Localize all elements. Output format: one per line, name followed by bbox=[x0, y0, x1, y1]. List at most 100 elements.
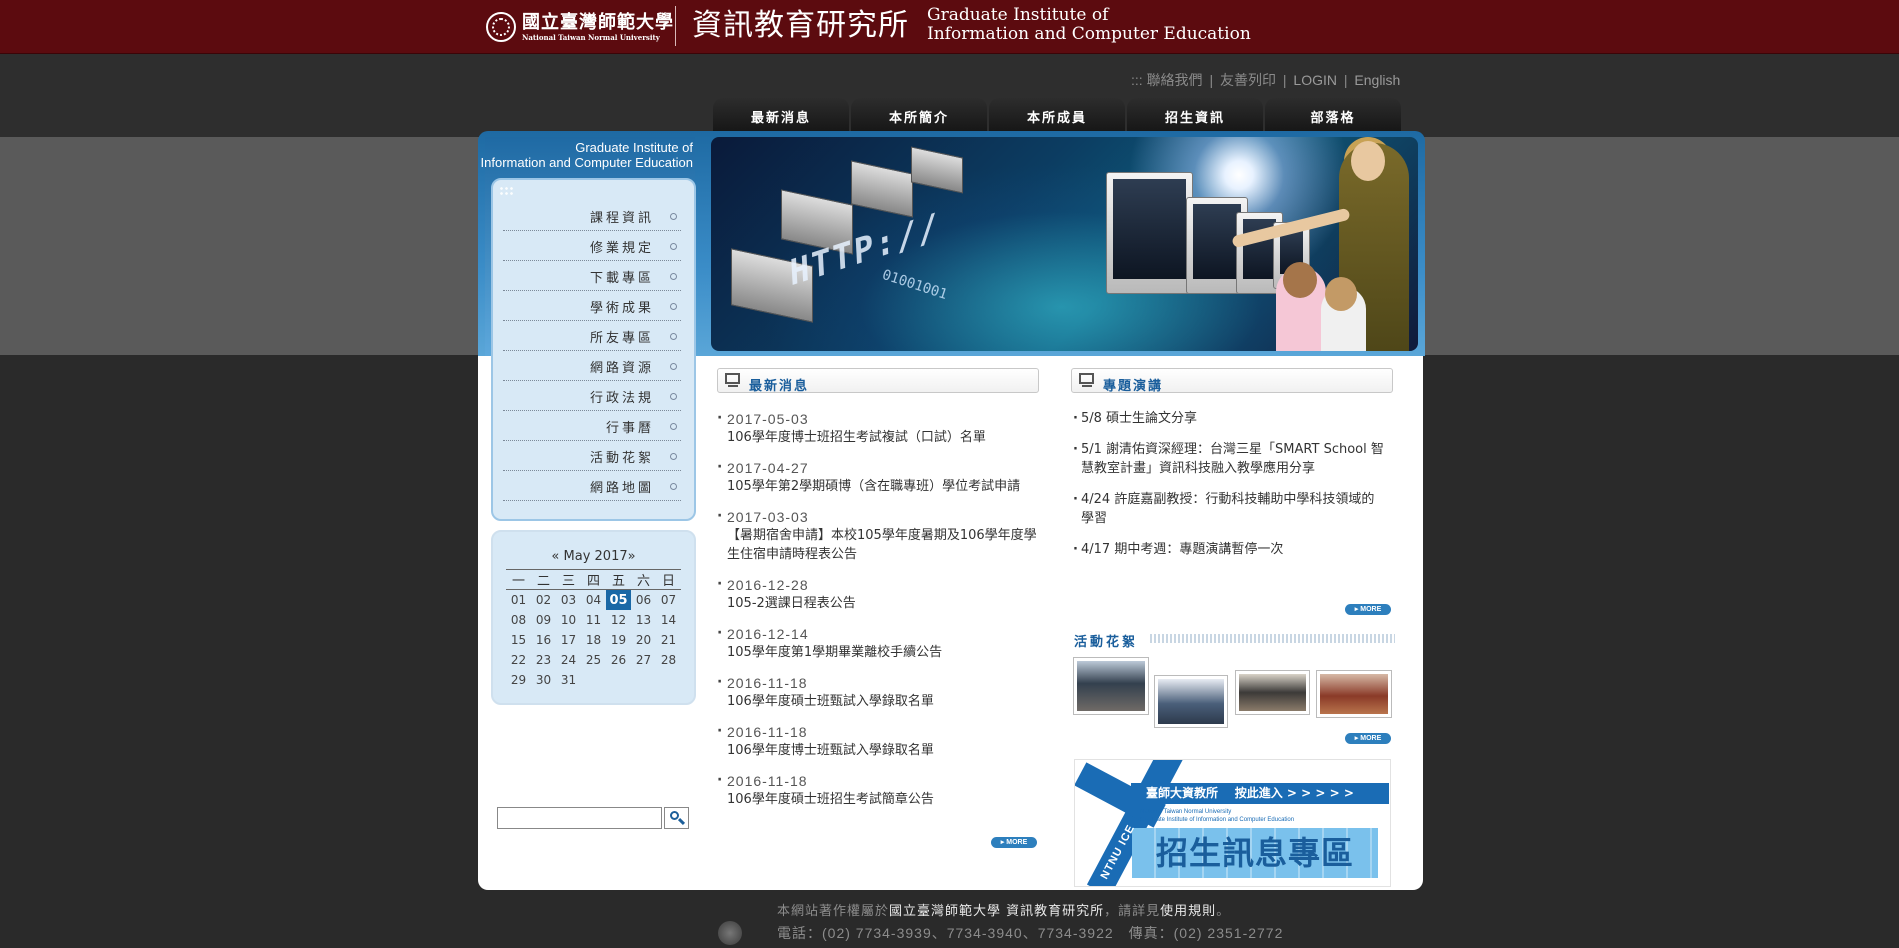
talk-item-link[interactable]: 5/1 謝清佑資深經理：台灣三星「SMART School 智慧教室計畫」資訊科… bbox=[1073, 440, 1385, 478]
english-link[interactable]: English bbox=[1354, 72, 1400, 88]
calendar-day[interactable]: 16 bbox=[531, 630, 556, 650]
calendar-day[interactable]: 31 bbox=[556, 670, 581, 690]
calendar-next-button[interactable]: » bbox=[628, 549, 636, 564]
news-item[interactable]: 2016-12-14105學年度第1學期畢業離校手續公告 bbox=[717, 625, 1039, 662]
news-more-button[interactable]: ▸ MORE bbox=[991, 837, 1037, 848]
admissions-banner[interactable]: 臺師大資教所 按此進入 > > > > > National Taiwan No… bbox=[1074, 759, 1391, 887]
news-date: 2016-11-18 bbox=[727, 773, 808, 789]
calendar-day[interactable]: 12 bbox=[606, 610, 631, 630]
calendar-day[interactable]: 28 bbox=[656, 650, 681, 670]
nav-tab-members[interactable]: 本所成員 bbox=[989, 98, 1125, 131]
banner-binary-text: 01001001 bbox=[880, 266, 950, 304]
news-title-link[interactable]: 106學年度碩士班甄試入學錄取名單 bbox=[727, 692, 1039, 711]
nav-tab-admissions[interactable]: 招生資訊 bbox=[1127, 98, 1263, 131]
activities-title[interactable]: 活動花絮 bbox=[1074, 631, 1138, 650]
news-title-link[interactable]: 106學年度碩士班招生考試簡章公告 bbox=[727, 790, 1039, 809]
nav-tab-about[interactable]: 本所簡介 bbox=[851, 98, 987, 131]
news-date: 2016-11-18 bbox=[727, 675, 808, 691]
calendar-day[interactable]: 06 bbox=[631, 590, 656, 611]
news-list: 2017-05-03106學年度博士班招生考試複試（口試）名單 2017-04-2… bbox=[717, 410, 1039, 821]
calendar-day[interactable]: 04 bbox=[581, 590, 606, 611]
talk-item-link[interactable]: 4/17 期中考週：專題演講暫停一次 bbox=[1073, 540, 1385, 559]
talks-more-button[interactable]: ▸ MORE bbox=[1345, 604, 1391, 615]
calendar-day[interactable]: 08 bbox=[506, 610, 531, 630]
footer-institute-link[interactable]: 國立臺灣師範大學 資訊教育研究所 bbox=[889, 904, 1104, 919]
sidebar-item-calendar[interactable]: 行事曆 bbox=[503, 412, 681, 441]
calendar-day-today[interactable]: 05 bbox=[606, 589, 631, 610]
news-title-link[interactable]: 【暑期宿舍申請】本校105學年度暑期及106學年度學生住宿申請時程表公告 bbox=[727, 526, 1039, 564]
activities-more-button[interactable]: ▸ MORE bbox=[1345, 733, 1391, 744]
calendar-prev-button[interactable]: « bbox=[551, 549, 559, 564]
sidebar-item-research[interactable]: 學術成果 bbox=[503, 292, 681, 321]
sidebar-item-admin-rules[interactable]: 行政法規 bbox=[503, 382, 681, 411]
university-seal-icon bbox=[486, 12, 516, 42]
news-item[interactable]: 2016-12-28105-2選課日程表公告 bbox=[717, 576, 1039, 613]
admissions-title: 招生訊息專區 bbox=[1132, 828, 1378, 878]
news-item[interactable]: 2017-04-27105學年第2學期碩博（含在職專班）學位考試申請 bbox=[717, 459, 1039, 496]
talks-section-title[interactable]: 專題演講 bbox=[1103, 375, 1163, 394]
calendar-day[interactable]: 15 bbox=[506, 630, 531, 650]
search-button[interactable] bbox=[664, 807, 689, 829]
calendar-day[interactable]: 23 bbox=[531, 650, 556, 670]
university-logo[interactable]: 國立臺灣師範大學 National Taiwan Normal Universi… bbox=[486, 7, 674, 47]
sidebar-item-courses[interactable]: 課程資訊 bbox=[503, 202, 681, 231]
calendar-day[interactable]: 09 bbox=[531, 610, 556, 630]
contact-link[interactable]: 聯絡我們 bbox=[1147, 72, 1203, 88]
news-item[interactable]: 2016-11-18106學年度博士班甄試入學錄取名單 bbox=[717, 723, 1039, 760]
news-title-link[interactable]: 106學年度博士班甄試入學錄取名單 bbox=[727, 741, 1039, 760]
calendar-day[interactable]: 03 bbox=[556, 590, 581, 611]
news-title-link[interactable]: 106學年度博士班招生考試複試（口試）名單 bbox=[727, 428, 1039, 447]
calendar-day[interactable]: 07 bbox=[656, 590, 681, 611]
calendar-day[interactable]: 22 bbox=[506, 650, 531, 670]
news-title-link[interactable]: 105學年第2學期碩博（含在職專班）學位考試申請 bbox=[727, 477, 1039, 496]
institute-name-zh[interactable]: 資訊教育研究所 bbox=[692, 7, 909, 45]
activity-photo[interactable] bbox=[1154, 675, 1228, 728]
calendar-day[interactable]: 29 bbox=[506, 670, 531, 690]
calendar-day[interactable]: 25 bbox=[581, 650, 606, 670]
sidebar-item-resources[interactable]: 網路資源 bbox=[503, 352, 681, 381]
calendar-day[interactable]: 26 bbox=[606, 650, 631, 670]
activity-photo[interactable] bbox=[1073, 657, 1149, 715]
news-title-link[interactable]: 105-2選課日程表公告 bbox=[727, 594, 1039, 613]
talk-item-link[interactable]: 4/24 許庭嘉副教授：行動科技輔助中學科技領域的學習 bbox=[1073, 490, 1385, 528]
talks-list: 5/8 碩士生論文分享 5/1 謝清佑資深經理：台灣三星「SMART School… bbox=[1073, 409, 1385, 571]
footer-terms-link[interactable]: 使用規則 bbox=[1160, 904, 1216, 919]
activity-photo[interactable] bbox=[1316, 670, 1392, 718]
footer-copyright: 本網站著作權屬於國立臺灣師範大學 資訊教育研究所，請詳見使用規則。 bbox=[777, 900, 1230, 919]
nav-tab-news[interactable]: 最新消息 bbox=[713, 98, 849, 131]
divider: | bbox=[1209, 72, 1214, 88]
sidebar-item-activities[interactable]: 活動花絮 bbox=[503, 442, 681, 471]
news-item[interactable]: 2016-11-18106學年度碩士班甄試入學錄取名單 bbox=[717, 674, 1039, 711]
sidebar-item-regulations[interactable]: 修業規定 bbox=[503, 232, 681, 261]
calendar-day[interactable]: 13 bbox=[631, 610, 656, 630]
calendar-day[interactable]: 17 bbox=[556, 630, 581, 650]
print-link[interactable]: 友善列印 bbox=[1220, 72, 1276, 88]
news-item[interactable]: 2017-03-03【暑期宿舍申請】本校105學年度暑期及106學年度學生住宿申… bbox=[717, 508, 1039, 564]
calendar-day[interactable]: 20 bbox=[631, 630, 656, 650]
sidebar-item-alumni[interactable]: 所友專區 bbox=[503, 322, 681, 351]
calendar-day[interactable]: 11 bbox=[581, 610, 606, 630]
calendar-day[interactable]: 19 bbox=[606, 630, 631, 650]
login-link[interactable]: LOGIN bbox=[1293, 72, 1337, 88]
talk-item-link[interactable]: 5/8 碩士生論文分享 bbox=[1073, 409, 1385, 428]
calendar-day[interactable]: 01 bbox=[506, 590, 531, 611]
search-input[interactable] bbox=[497, 807, 662, 829]
admissions-enter-link[interactable]: 臺師大資教所 按此進入 > > > > > bbox=[1131, 783, 1389, 804]
news-section-title[interactable]: 最新消息 bbox=[749, 375, 809, 394]
calendar-day[interactable]: 24 bbox=[556, 650, 581, 670]
sidebar-item-sitemap[interactable]: 網路地圖 bbox=[503, 472, 681, 501]
calendar-day[interactable]: 10 bbox=[556, 610, 581, 630]
sidebar-item-downloads[interactable]: 下載專區 bbox=[503, 262, 681, 291]
news-item[interactable]: 2017-05-03106學年度博士班招生考試複試（口試）名單 bbox=[717, 410, 1039, 447]
news-title-link[interactable]: 105學年度第1學期畢業離校手續公告 bbox=[727, 643, 1039, 662]
news-item[interactable]: 2016-11-18106學年度碩士班招生考試簡章公告 bbox=[717, 772, 1039, 809]
activity-photo[interactable] bbox=[1235, 670, 1310, 715]
calendar-day[interactable]: 27 bbox=[631, 650, 656, 670]
calendar-day[interactable]: 02 bbox=[531, 590, 556, 611]
nav-tab-blog[interactable]: 部落格 bbox=[1265, 98, 1401, 131]
calendar-day[interactable]: 14 bbox=[656, 610, 681, 630]
envelope-graphic bbox=[911, 146, 963, 194]
calendar-day[interactable]: 30 bbox=[531, 670, 556, 690]
calendar-day[interactable]: 18 bbox=[581, 630, 606, 650]
calendar-day[interactable]: 21 bbox=[656, 630, 681, 650]
